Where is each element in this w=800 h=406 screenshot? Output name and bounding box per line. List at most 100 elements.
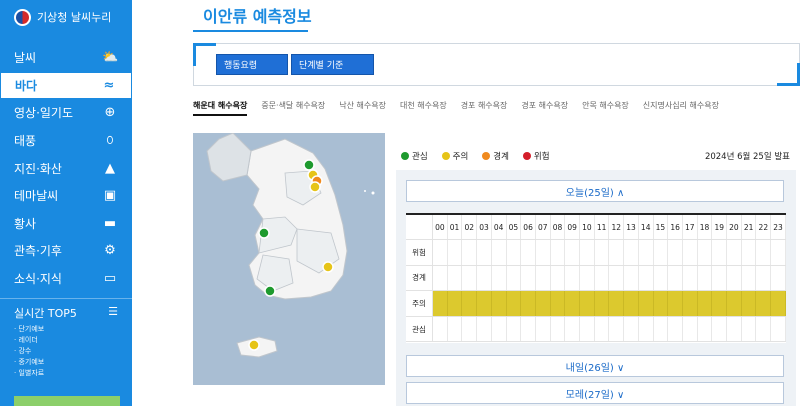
grid-header-row: 00 01 02 03 04 05 06 07 08 09 10 11 12 13 14 15 16 17 18 19…: [406, 215, 786, 240]
hour-cell: [492, 265, 507, 291]
hour-label: 23: [771, 215, 786, 239]
hour-cell: [536, 240, 551, 265]
hour-cell: [433, 291, 448, 316]
hour-cell: [624, 291, 639, 316]
legend-item: 경계: [482, 150, 509, 162]
sidebar-item-dust[interactable]: 황사 ▬: [0, 210, 132, 238]
sidebar-item-observation[interactable]: 관측·기후 ⚙: [0, 237, 132, 265]
promo-banner[interactable]: [14, 396, 120, 406]
hour-cell: [727, 316, 742, 342]
hour-cell: [639, 316, 654, 342]
hour-cell: [565, 240, 581, 265]
hour-label: 20: [727, 215, 742, 239]
observation-icon: ⚙: [104, 243, 116, 259]
grid-corner: [406, 215, 433, 239]
hour-cell: [712, 316, 728, 342]
level-label: 관심: [406, 316, 433, 342]
hour-cell: [654, 316, 669, 342]
marker-icon: [309, 181, 321, 193]
hour-label: 07: [536, 215, 551, 239]
top5-item[interactable]: · 중기예보: [14, 357, 118, 368]
tab-jungmun[interactable]: 중문·색달 해수욕장: [261, 100, 325, 116]
green-dot-icon: [401, 152, 409, 160]
sidebar: 기상청 날씨누리 날씨 ⛅ 바다 ≈ 영상·일기도 ⊕ 태풍 ௦ 지진·화산 ▲: [0, 0, 132, 406]
hour-cell: [521, 291, 536, 316]
top5-item[interactable]: · 단기예보: [14, 324, 118, 335]
hour-cell: [594, 291, 610, 316]
earthquake-icon: ▲: [105, 160, 115, 176]
hour-cell: [624, 240, 639, 265]
hour-cell: [609, 240, 625, 265]
hour-cell: [727, 265, 742, 291]
page-title: 이안류 예측정보: [203, 7, 312, 26]
top5-item[interactable]: · 강수: [14, 346, 118, 357]
sidebar-item-sea[interactable]: 바다 ≈: [0, 71, 132, 100]
hour-label: 00: [433, 215, 448, 239]
sidebar-item-theme[interactable]: 테마날씨 ▣: [0, 182, 132, 210]
hour-cell: [756, 291, 772, 316]
hour-cell: [536, 265, 551, 291]
sidebar-item-earthquake[interactable]: 지진·화산 ▲: [0, 154, 132, 182]
tab-sinji[interactable]: 신지명사십리 해수욕장: [643, 100, 719, 116]
dayafter-toggle-button[interactable]: 모레(27일) ∨: [406, 382, 784, 404]
tab-gyeongpo-2[interactable]: 경포 해수욕장: [521, 100, 568, 116]
hour-cell: [580, 316, 595, 342]
hour-cell: [477, 265, 492, 291]
hour-cell: [448, 316, 463, 342]
hour-label: 16: [668, 215, 683, 239]
hour-cell: [433, 240, 448, 265]
tomorrow-toggle-button[interactable]: 내일(26일) ∨: [406, 355, 784, 377]
today-toggle-button[interactable]: 오늘(25일) ∧: [406, 180, 784, 202]
hour-cell: [521, 265, 536, 291]
sidebar-item-weather[interactable]: 날씨 ⛅: [0, 44, 132, 72]
weather-icon: ⛅: [102, 50, 119, 66]
sidebar-item-typhoon[interactable]: 태풍 ௦: [0, 127, 132, 155]
tab-anmok[interactable]: 안목 해수욕장: [582, 100, 629, 116]
hour-cell: [521, 316, 536, 342]
sidebar-item-label: 관측·기후: [14, 244, 62, 259]
hour-cell: [595, 265, 610, 291]
legend-item: 관심: [401, 150, 428, 162]
level-label: 경계: [406, 265, 433, 291]
tab-daecheon[interactable]: 대천 해수욕장: [400, 100, 447, 116]
top5-item[interactable]: · 레이더: [14, 335, 118, 346]
hour-cell: [580, 291, 595, 316]
tab-gyeongpo-1[interactable]: 경포 해수욕장: [461, 100, 508, 116]
hour-cell: [771, 240, 786, 265]
hour-cell: [595, 240, 610, 265]
hour-cell: [565, 265, 581, 291]
hour-cell: [624, 316, 639, 342]
hour-cell: [462, 291, 478, 316]
red-dot-icon: [522, 152, 531, 160]
tab-naksan[interactable]: 낙산 해수욕장: [339, 100, 386, 116]
tab-haeundae[interactable]: 해운대 해수욕장: [193, 100, 248, 116]
hour-cell: [683, 316, 698, 342]
hour-label: 15: [654, 215, 669, 239]
guide-button[interactable]: 행동요령: [216, 54, 288, 75]
forecast-panel: 오늘(25일) ∧ 00 01 02 03 04 05 06 07 08 09 10 11 12 13 14…: [396, 170, 796, 406]
hour-cell: [506, 291, 522, 316]
level-label: 위험: [406, 240, 433, 265]
hour-label: 22: [756, 215, 772, 239]
korea-map[interactable]: [193, 132, 385, 385]
hour-label: 08: [551, 215, 566, 239]
logo[interactable]: 기상청 날씨누리: [0, 0, 132, 34]
hour-cell: [771, 316, 786, 342]
level-criteria-button[interactable]: 단계별 기준: [291, 54, 374, 75]
sidebar-item-news[interactable]: 소식·지식 ▭: [0, 265, 132, 293]
hour-cell: [668, 291, 683, 316]
sidebar-item-satellite[interactable]: 영상·일기도 ⊕: [0, 99, 132, 127]
hour-cell: [609, 265, 625, 291]
hour-cell: [507, 265, 522, 291]
hour-cell: [521, 240, 536, 265]
sidebar-item-label: 태풍: [14, 134, 37, 149]
hour-cell: [668, 240, 683, 265]
hour-cell: [535, 291, 551, 316]
top5-item[interactable]: · 일별자료: [14, 368, 118, 379]
hour-cell: [639, 240, 654, 265]
hour-cell: [742, 265, 757, 291]
hour-label: 09: [565, 215, 581, 239]
hour-label: 01: [448, 215, 463, 239]
hour-cell: [742, 316, 757, 342]
hour-cell: [462, 240, 478, 265]
